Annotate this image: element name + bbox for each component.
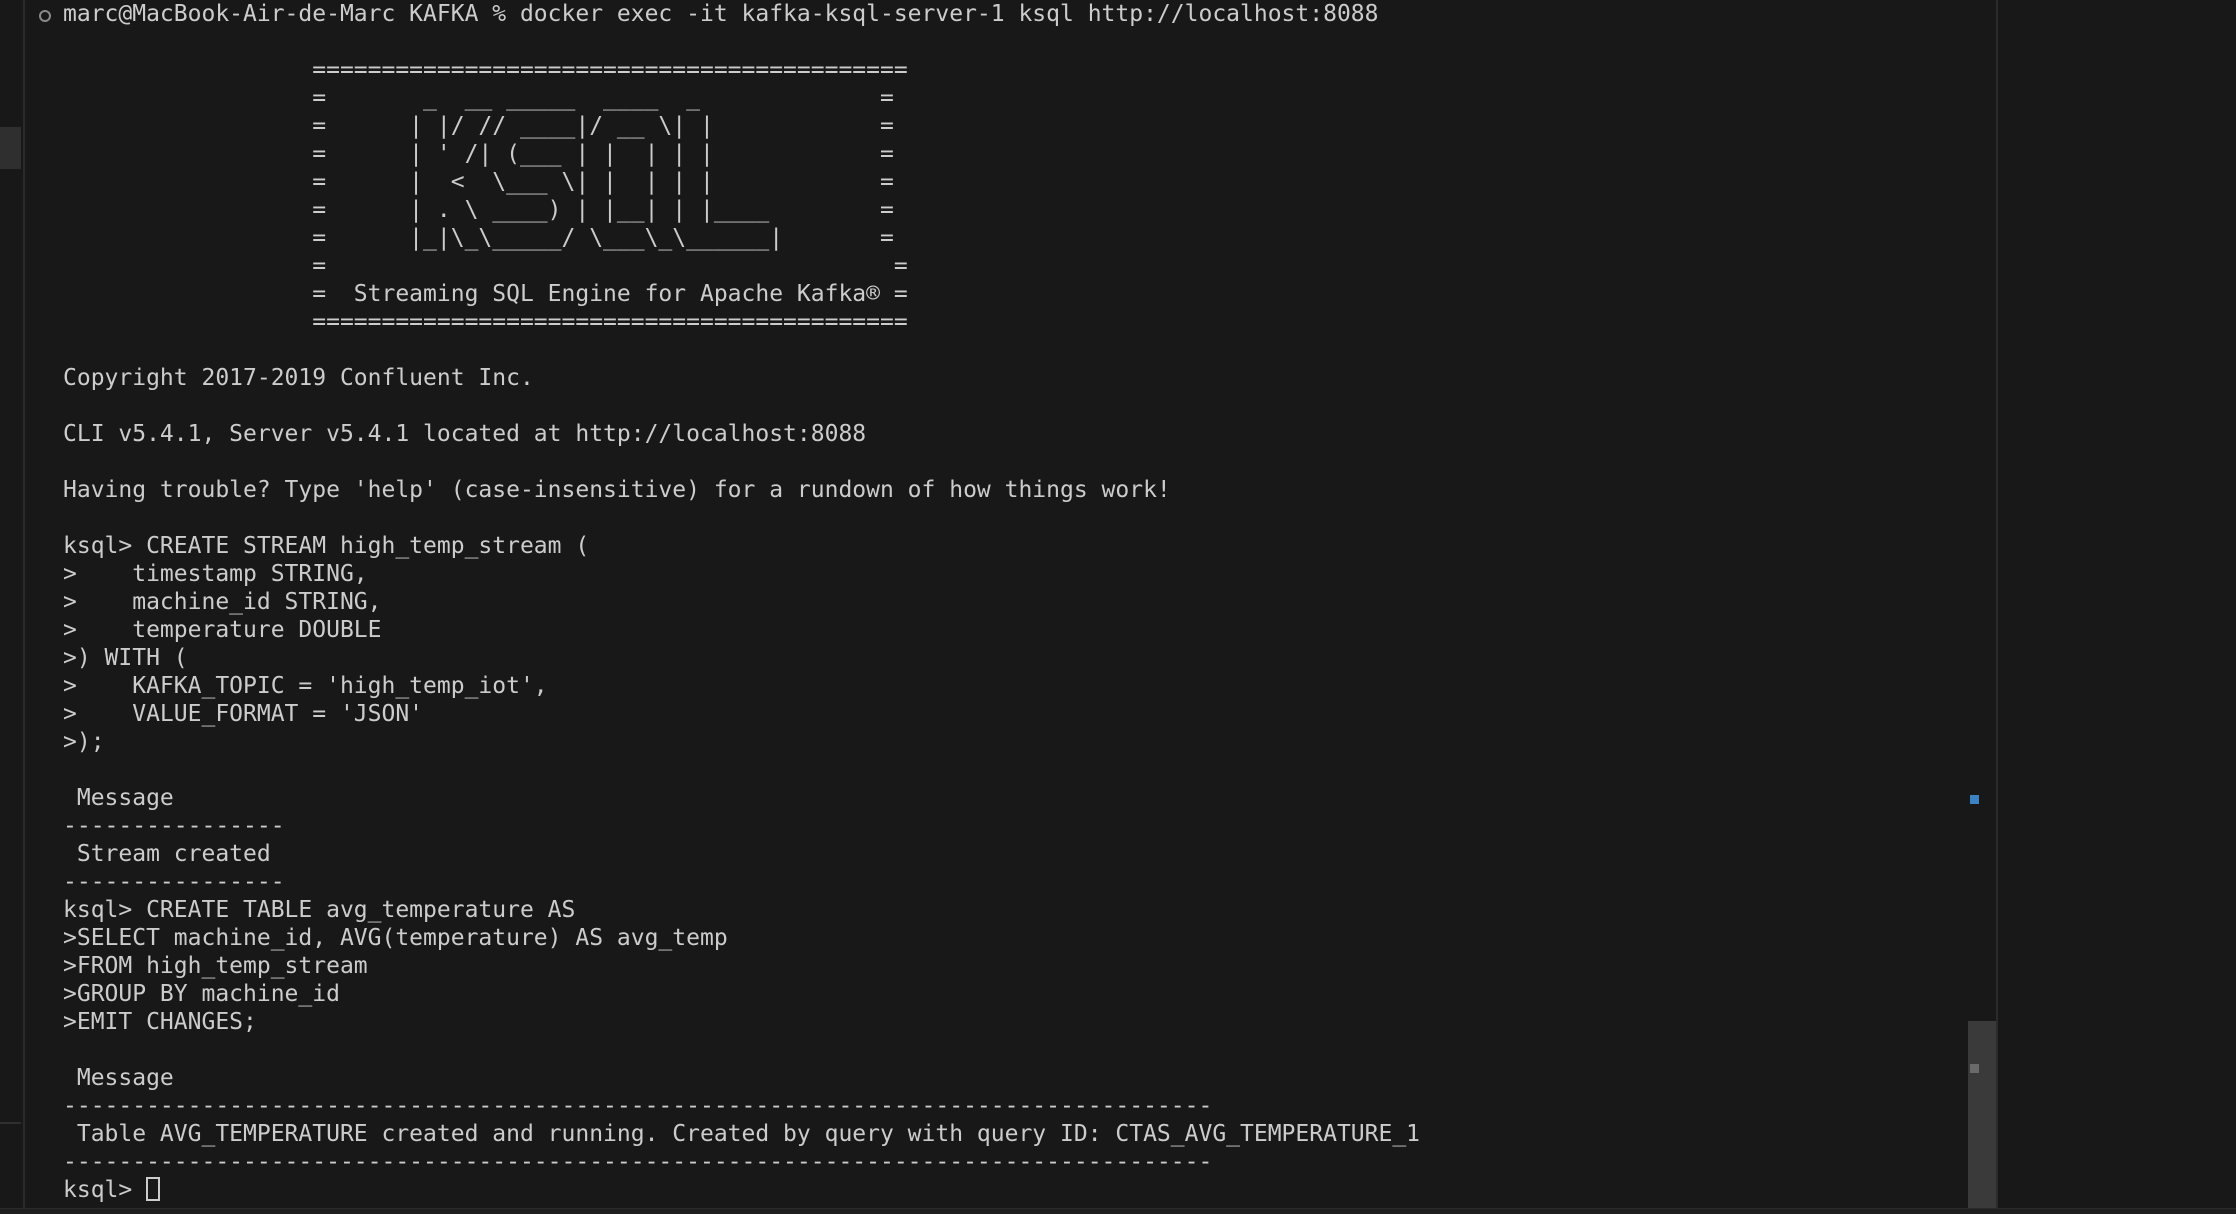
bottom-border <box>0 1208 2236 1214</box>
terminal-line: = _ __ _____ ____ _ = <box>63 85 894 111</box>
terminal-line: >) WITH ( <box>63 645 188 671</box>
terminal-line: > timestamp STRING, <box>63 561 368 587</box>
terminal-line: ---------------- <box>63 869 285 895</box>
terminal-line: Message <box>63 1065 174 1091</box>
terminal-line: > KAFKA_TOPIC = 'high_temp_iot', <box>63 673 548 699</box>
terminal-panel[interactable]: marc@MacBook-Air-de-Marc KAFKA % docker … <box>24 0 1968 1210</box>
terminal-line: ksql> CREATE STREAM high_temp_stream ( <box>63 533 590 559</box>
terminal-line: > temperature DOUBLE <box>63 617 382 643</box>
circle-status-icon <box>39 10 51 22</box>
terminal-line: > machine_id STRING, <box>63 589 382 615</box>
terminal-line: ---------------- <box>63 813 285 839</box>
terminal-line: Message <box>63 785 174 811</box>
terminal-prompt-line[interactable]: ksql> <box>63 1176 1420 1204</box>
scrollbar-thumb[interactable] <box>1968 1021 1996 1208</box>
terminal-line: >SELECT machine_id, AVG(temperature) AS … <box>63 925 728 951</box>
terminal-line: ----------------------------------------… <box>63 1149 1213 1175</box>
gutter-indicator <box>0 127 21 169</box>
ksql-prompt: ksql> <box>63 1177 147 1203</box>
scrollbar-marker-blue <box>1970 795 1979 804</box>
terminal-line: ========================================… <box>63 57 908 83</box>
terminal-line: = | |/ // ____|/ __ \| | = <box>63 113 894 139</box>
right-side-pane <box>1998 0 2236 1214</box>
terminal-line: Stream created <box>63 841 271 867</box>
terminal-line: = | < \___ \| | | | | = <box>63 169 894 195</box>
terminal-line: Table AVG_TEMPERATURE created and runnin… <box>63 1121 1421 1147</box>
terminal-line: >GROUP BY machine_id <box>63 981 340 1007</box>
terminal-line: Having trouble? Type 'help' (case-insens… <box>63 477 1171 503</box>
terminal-line: = |_|\_\_____/ \___\_\______| = <box>63 225 894 251</box>
terminal-output: marc@MacBook-Air-de-Marc KAFKA % docker … <box>63 0 1420 1204</box>
terminal-line: >); <box>63 729 105 755</box>
gutter-divider <box>0 1122 21 1124</box>
terminal-line: ----------------------------------------… <box>63 1093 1213 1119</box>
terminal-line: = | ' /| (___ | | | | | = <box>63 141 894 167</box>
left-activity-gutter <box>0 0 25 1214</box>
terminal-line: ========================================… <box>63 309 908 335</box>
scrollbar-marker-grey <box>1970 1064 1979 1073</box>
block-cursor-icon <box>146 1177 161 1201</box>
terminal-line: ksql> CREATE TABLE avg_temperature AS <box>63 897 576 923</box>
terminal-line: = = <box>63 253 908 279</box>
terminal-line: CLI v5.4.1, Server v5.4.1 located at htt… <box>63 421 867 447</box>
terminal-line: marc@MacBook-Air-de-Marc KAFKA % docker … <box>63 1 1379 27</box>
terminal-line: >FROM high_temp_stream <box>63 953 368 979</box>
terminal-line: = | . \ ____) | |__| | |____ = <box>63 197 894 223</box>
terminal-line: = Streaming SQL Engine for Apache Kafka®… <box>63 281 908 307</box>
terminal-line: >EMIT CHANGES; <box>63 1009 257 1035</box>
terminal-line: Copyright 2017-2019 Confluent Inc. <box>63 365 534 391</box>
terminal-line: > VALUE_FORMAT = 'JSON' <box>63 701 424 727</box>
